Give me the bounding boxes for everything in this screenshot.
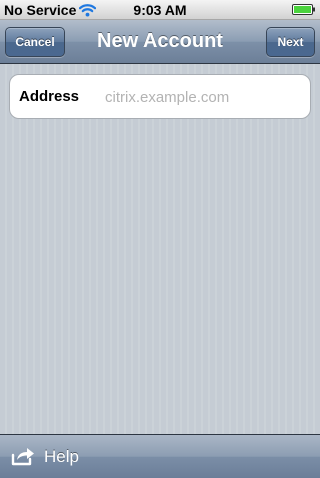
cancel-button[interactable]: Cancel	[5, 27, 65, 57]
address-input[interactable]	[105, 86, 300, 108]
new-account-screen: No Service 9:03 AM Cancel New Account Ne…	[0, 0, 320, 478]
status-bar: No Service 9:03 AM	[0, 0, 320, 20]
address-label: Address	[19, 88, 80, 105]
battery-icon	[292, 4, 315, 15]
help-button[interactable]: Help	[44, 435, 79, 478]
navigation-bar: Cancel New Account Next	[0, 20, 320, 64]
address-field-group: Address	[9, 74, 311, 119]
page-title: New Account	[97, 30, 223, 52]
clock: 9:03 AM	[133, 2, 187, 18]
bottom-toolbar: Help	[0, 434, 320, 478]
share-icon[interactable]	[11, 446, 35, 466]
next-button[interactable]: Next	[266, 27, 315, 57]
